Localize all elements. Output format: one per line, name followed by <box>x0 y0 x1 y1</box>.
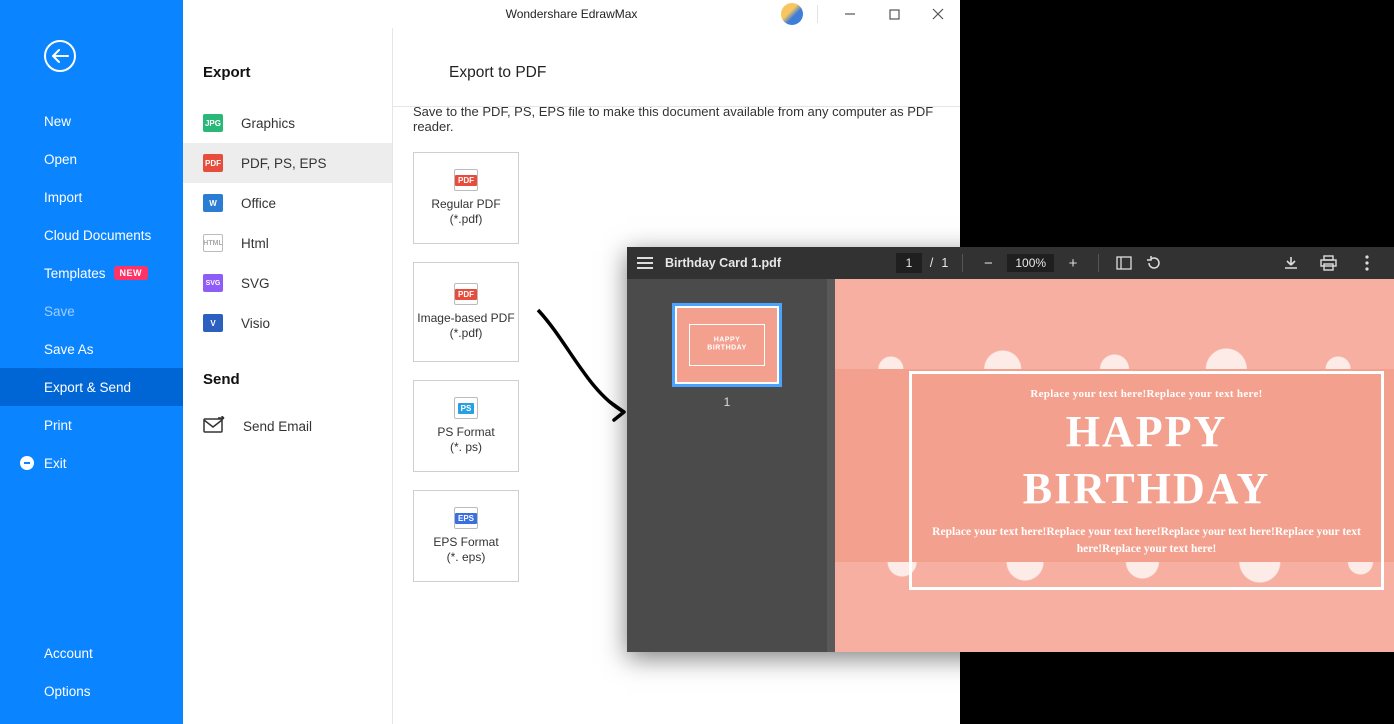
sidebar: New Open Import Cloud Documents Template… <box>0 0 183 724</box>
app-title: Wondershare EdrawMax <box>506 7 638 21</box>
cat-html[interactable]: HTMLHtml <box>183 223 392 263</box>
page-separator: / <box>930 256 933 270</box>
cat-visio[interactable]: VVisio <box>183 303 392 343</box>
pdf-page-area[interactable]: Replace your text here!Replace your text… <box>827 279 1394 652</box>
pdf-file-icon: PDF <box>454 283 478 305</box>
nav-exit[interactable]: Exit <box>0 444 183 482</box>
export-category-panel: Export JPGGraphics PDFPDF, PS, EPS WOffi… <box>183 28 393 724</box>
avatar[interactable] <box>781 3 803 25</box>
page-number-input[interactable]: 1 <box>896 253 922 273</box>
send-heading: Send <box>183 343 392 406</box>
html-icon: HTML <box>203 234 223 252</box>
cat-svg[interactable]: SVGSVG <box>183 263 392 303</box>
tile-eps-format[interactable]: EPS EPS Format(*. eps) <box>413 490 519 582</box>
send-email[interactable]: Send Email <box>183 406 392 446</box>
pdf-page: Replace your text here!Replace your text… <box>835 279 1394 652</box>
new-badge: NEW <box>114 266 149 280</box>
jpg-icon: JPG <box>203 114 223 132</box>
download-icon[interactable] <box>1280 252 1302 274</box>
pdf-thumbnail[interactable]: HAPPYBIRTHDAY <box>672 303 782 387</box>
nav-import[interactable]: Import <box>0 178 183 216</box>
pdf-icon: PDF <box>203 154 223 172</box>
zoom-in-button[interactable]: + <box>1062 252 1084 274</box>
card-h1: HAPPY <box>930 406 1363 457</box>
card-h2: BIRTHDAY <box>930 463 1363 514</box>
minimize-button[interactable] <box>828 0 872 28</box>
pdf-toolbar: Birthday Card 1.pdf 1 / 1 − 100% + <box>627 247 1394 279</box>
exit-icon <box>20 456 34 470</box>
nav-save-as[interactable]: Save As <box>0 330 183 368</box>
pdf-filename: Birthday Card 1.pdf <box>665 256 781 270</box>
fit-page-icon[interactable] <box>1113 252 1135 274</box>
cat-office[interactable]: WOffice <box>183 183 392 223</box>
pdf-thumbnail-panel: HAPPYBIRTHDAY 1 <box>627 279 827 652</box>
tile-ps-format[interactable]: PS PS Format(*. ps) <box>413 380 519 472</box>
close-button[interactable] <box>916 0 960 28</box>
tile-regular-pdf[interactable]: PDF Regular PDF(*.pdf) <box>413 152 519 244</box>
cat-graphics[interactable]: JPGGraphics <box>183 103 392 143</box>
nav-print[interactable]: Print <box>0 406 183 444</box>
card-top-text: Replace your text here!Replace your text… <box>930 388 1363 400</box>
window-buttons <box>781 0 960 28</box>
ps-file-icon: PS <box>454 397 478 419</box>
cat-pdf-ps-eps[interactable]: PDFPDF, PS, EPS <box>183 143 392 183</box>
tile-image-based-pdf[interactable]: PDF Image-based PDF(*.pdf) <box>413 262 519 362</box>
nav-cloud-documents[interactable]: Cloud Documents <box>0 216 183 254</box>
nav-save[interactable]: Save <box>0 292 183 330</box>
nav-templates[interactable]: TemplatesNEW <box>0 254 183 292</box>
zoom-out-button[interactable]: − <box>977 252 999 274</box>
nav-new[interactable]: New <box>0 102 183 140</box>
divider <box>393 106 960 107</box>
card-frame: Replace your text here!Replace your text… <box>909 371 1384 590</box>
visio-icon: V <box>203 314 223 332</box>
export-heading: Export <box>183 64 392 103</box>
mail-icon <box>203 416 225 437</box>
zoom-level[interactable]: 100% <box>1007 254 1054 272</box>
eps-file-icon: EPS <box>454 507 478 529</box>
maximize-button[interactable] <box>872 0 916 28</box>
nav-account[interactable]: Account <box>0 634 183 672</box>
ornament-top <box>835 279 1394 369</box>
export-to-pdf-heading: Export to PDF <box>393 28 960 82</box>
word-icon: W <box>203 194 223 212</box>
card-sub-text: Replace your text here!Replace your text… <box>930 524 1363 557</box>
export-description: Save to the PDF, PS, EPS file to make th… <box>393 82 960 134</box>
pdf-viewer-window: Birthday Card 1.pdf 1 / 1 − 100% + <box>627 247 1394 652</box>
separator <box>817 5 818 23</box>
page-total: 1 <box>941 256 948 270</box>
thumbnail-number: 1 <box>724 395 731 409</box>
nav-options[interactable]: Options <box>0 672 183 710</box>
nav-open[interactable]: Open <box>0 140 183 178</box>
rotate-icon[interactable] <box>1143 252 1165 274</box>
hamburger-icon[interactable] <box>637 257 653 269</box>
nav-export-send[interactable]: Export & Send <box>0 368 183 406</box>
more-icon[interactable] <box>1356 252 1378 274</box>
print-icon[interactable] <box>1318 252 1340 274</box>
pdf-file-icon: PDF <box>454 169 478 191</box>
back-button[interactable] <box>44 40 76 72</box>
svg-icon: SVG <box>203 274 223 292</box>
